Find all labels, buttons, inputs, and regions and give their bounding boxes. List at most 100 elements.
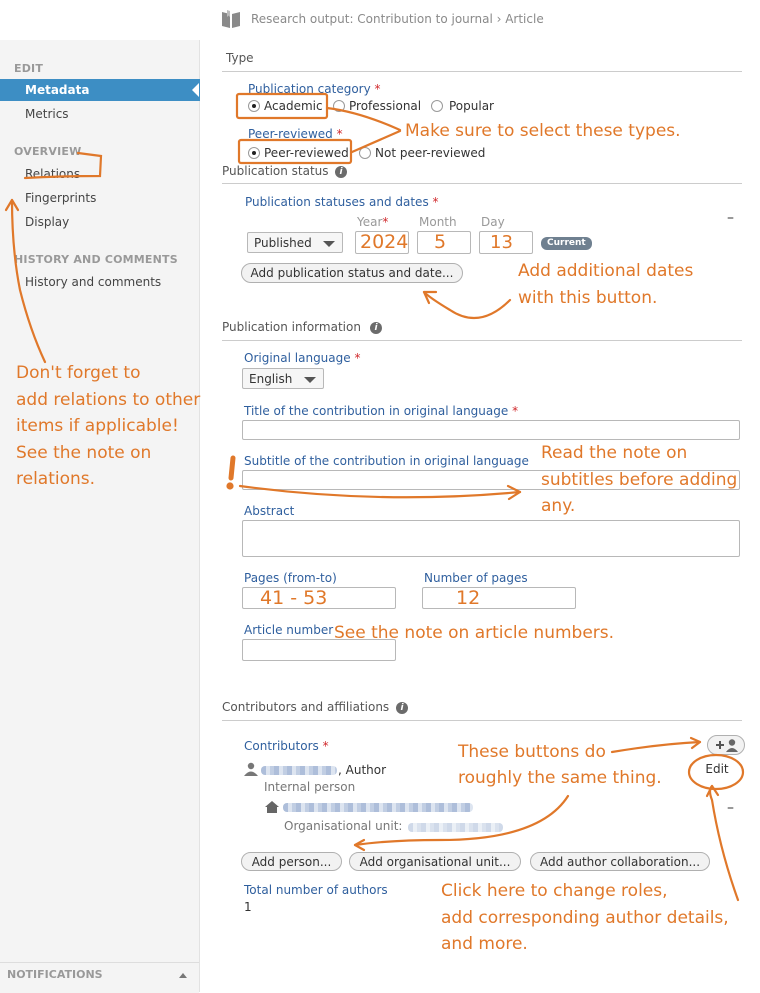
add-status-button[interactable]: Add publication status and date...	[241, 263, 463, 283]
remove-org-button[interactable]: –	[727, 800, 734, 816]
month-label: Month	[419, 215, 457, 229]
sidebar-item-metrics[interactable]: Metrics	[25, 107, 69, 121]
divider	[222, 720, 742, 721]
notifications-bar[interactable]: NOTIFICATIONS	[0, 962, 199, 993]
org-unit-label: Organisational unit:	[284, 819, 403, 833]
total-authors-value: 1	[244, 900, 252, 914]
radio-academic[interactable]	[248, 100, 260, 112]
sidebar-item-history[interactable]: History and comments	[25, 275, 161, 289]
abstract-label: Abstract	[244, 504, 295, 518]
radio-label-popular[interactable]: Popular	[449, 99, 494, 113]
pages-input[interactable]: 41 - 53	[242, 587, 396, 609]
abstract-input[interactable]	[242, 520, 740, 557]
org-unit-redacted	[408, 823, 503, 832]
sidebar-heading-overview: OVERVIEW	[14, 145, 82, 158]
num-pages-input[interactable]: 12	[422, 587, 576, 609]
notifications-label: NOTIFICATIONS	[7, 968, 103, 981]
person-icon	[244, 762, 258, 776]
annotation-subtitles-line2: subtitles before adding	[541, 470, 738, 490]
divider	[222, 183, 742, 184]
chevron-up-icon[interactable]	[179, 973, 187, 978]
peer-reviewed-label: Peer-reviewed *	[248, 127, 343, 141]
radio-peer-reviewed[interactable]	[248, 147, 260, 159]
radio-label-not-peer-reviewed[interactable]: Not peer-reviewed	[375, 146, 485, 160]
add-person-icon-button[interactable]	[707, 735, 745, 755]
add-person-icon	[716, 739, 738, 752]
section-title-type: Type	[226, 51, 254, 65]
add-author-collaboration-button[interactable]: Add author collaboration...	[530, 852, 710, 871]
annotation-exclamation	[228, 455, 236, 481]
annotation-relations-line5: relations.	[16, 469, 96, 489]
radio-label-professional[interactable]: Professional	[349, 99, 421, 113]
divider	[222, 340, 742, 341]
annotation-article-numbers: See the note on article numbers.	[334, 623, 615, 643]
info-icon[interactable]: i	[370, 322, 382, 334]
num-pages-value: 12	[456, 587, 481, 609]
statuses-label: Publication statuses and dates *	[245, 195, 439, 209]
chevron-down-icon	[304, 377, 316, 383]
radio-popular[interactable]	[431, 100, 443, 112]
sidebar-item-relations[interactable]: Relations	[25, 167, 80, 181]
sidebar-heading-history: HISTORY AND COMMENTS	[14, 253, 178, 266]
annotation-arrowhead	[353, 838, 366, 852]
annotation-arrow	[422, 290, 512, 320]
book-icon	[222, 10, 240, 28]
day-input[interactable]: 13	[479, 231, 533, 254]
year-label: Year*	[357, 215, 389, 229]
radio-professional[interactable]	[333, 100, 345, 112]
home-icon	[265, 801, 279, 813]
section-title-status: Publication status	[222, 164, 329, 178]
annotation-roles-line3: and more.	[441, 934, 528, 954]
language-value: English	[249, 372, 293, 386]
annotation-types: Make sure to select these types.	[405, 121, 681, 141]
article-number-label: Article number	[244, 623, 334, 637]
section-title-contributors: Contributors and affiliations	[222, 700, 390, 714]
current-badge: Current	[541, 237, 592, 250]
contributors-label: Contributors *	[244, 739, 329, 753]
radio-label-academic[interactable]: Academic	[264, 99, 323, 113]
active-indicator	[192, 83, 199, 97]
info-icon[interactable]: i	[396, 702, 408, 714]
month-input[interactable]: 5	[417, 231, 471, 254]
year-value: 2024	[360, 231, 409, 253]
category-label: Publication category *	[248, 82, 381, 96]
sidebar	[0, 40, 200, 992]
person-type: Internal person	[264, 780, 356, 794]
annotation-arrow	[610, 740, 702, 754]
info-icon[interactable]: i	[335, 166, 347, 178]
author-role: , Author	[338, 763, 387, 777]
sidebar-item-fingerprints[interactable]: Fingerprints	[25, 191, 96, 205]
remove-status-button[interactable]: –	[727, 210, 734, 226]
radio-label-peer-reviewed[interactable]: Peer-reviewed	[264, 146, 349, 160]
num-pages-label: Number of pages	[424, 571, 528, 585]
subtitle-label: Subtitle of the contribution in original…	[244, 454, 529, 468]
sidebar-item-display[interactable]: Display	[25, 215, 69, 229]
title-label: Title of the contribution in original la…	[244, 404, 519, 418]
author-name-redacted	[261, 766, 337, 775]
month-value: 5	[434, 231, 447, 253]
status-select-value: Published	[254, 236, 312, 250]
annotation-exclamation-dot	[226, 482, 234, 490]
add-person-button[interactable]: Add person...	[241, 852, 342, 871]
day-value: 13	[490, 232, 513, 253]
annotation-dates-line1: Add additional dates	[518, 261, 694, 281]
edit-contributor-button[interactable]: Edit	[694, 760, 740, 780]
annotation-arrowhead	[422, 290, 438, 305]
section-title-publication-info: Publication information	[222, 320, 361, 334]
status-select[interactable]: Published	[247, 232, 343, 253]
org-name-redacted	[283, 803, 473, 812]
radio-not-peer-reviewed[interactable]	[359, 147, 371, 159]
title-input[interactable]	[242, 420, 740, 440]
top-bar: Research output: Contribution to journal…	[0, 0, 760, 40]
page-title: Research output: Contribution to journal…	[251, 12, 544, 26]
add-org-unit-button[interactable]: Add organisational unit...	[349, 852, 521, 871]
sidebar-item-label[interactable]: Metadata	[25, 83, 89, 97]
year-input[interactable]: 2024	[355, 231, 409, 254]
annotation-relations-line2: add relations to other	[16, 390, 201, 410]
day-label: Day	[481, 215, 505, 229]
pages-value: 41 - 53	[260, 587, 328, 609]
annotation-arrowhead	[705, 784, 720, 798]
chevron-down-icon	[323, 241, 335, 247]
annotation-buttons-line2: roughly the same thing.	[458, 768, 662, 788]
language-select[interactable]: English	[242, 368, 324, 389]
